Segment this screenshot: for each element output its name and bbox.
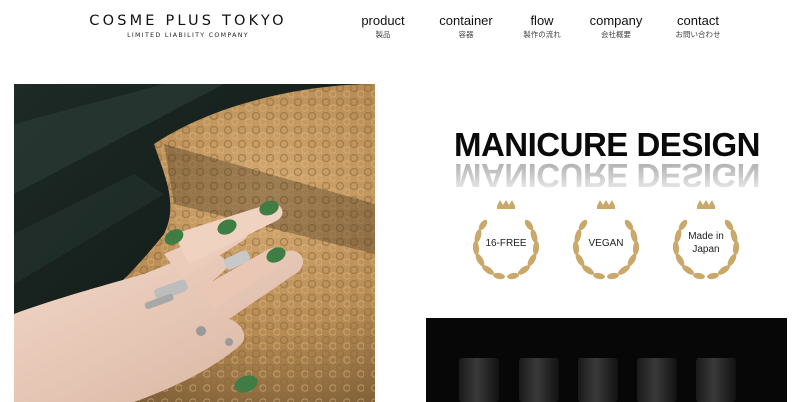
nav-label: contact (677, 13, 719, 28)
badge-label-line2: Japan (692, 244, 720, 255)
badge-label-line1: Made in (688, 231, 724, 242)
main-nav: product 製品 container 容器 flow 製作の流れ compa… (0, 13, 800, 45)
badge-made-in-japan: Made in Japan (666, 200, 746, 284)
product-photo-bottles (426, 318, 787, 402)
badge-16-free: 16-FREE (466, 200, 546, 284)
badge-label: 16-FREE (485, 238, 527, 249)
badge-vegan: VEGAN (566, 200, 646, 284)
hero-photo-hand-green-nails (14, 84, 375, 402)
nav-label: product (361, 13, 405, 28)
nav-item-product[interactable]: product 製品 (335, 13, 431, 40)
nav-item-contact[interactable]: contact お問い合わせ (650, 13, 746, 40)
nav-sublabel: お問い合わせ (675, 30, 721, 39)
manicure-design-title: MANICURE DESIGN MANICURE DESIGN (430, 127, 784, 195)
nav-sublabel: 製品 (375, 30, 391, 39)
badge-label: VEGAN (588, 238, 624, 249)
title-reflection: MANICURE DESIGN (453, 157, 761, 194)
